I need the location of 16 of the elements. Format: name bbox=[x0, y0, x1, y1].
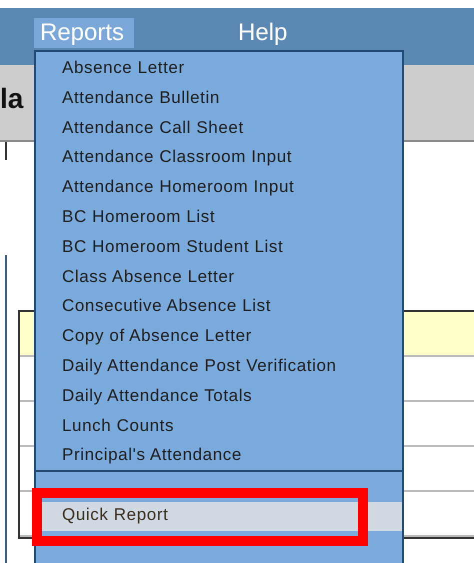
menu-item[interactable]: BC Homeroom Student List bbox=[62, 232, 284, 261]
menu-item[interactable]: Absence Letter bbox=[62, 53, 185, 82]
menu-item[interactable]: Attendance Homeroom Input bbox=[62, 172, 294, 202]
menu-item[interactable]: Principal's Attendance bbox=[62, 440, 242, 470]
menu-title[interactable]: Help bbox=[232, 18, 294, 48]
menu-item[interactable]: Attendance Call Sheet bbox=[62, 112, 244, 142]
menu-item[interactable]: Daily Attendance Post Verification bbox=[62, 350, 337, 380]
menu-item[interactable]: Lunch Counts bbox=[62, 410, 174, 440]
menu-item[interactable]: Daily Attendance Totals bbox=[62, 380, 252, 410]
menu-item[interactable]: Copy of Absence Letter bbox=[62, 321, 252, 350]
menu-item[interactable]: Consecutive Absence List bbox=[62, 291, 272, 320]
menu-item[interactable]: Class Absence Letter bbox=[62, 262, 235, 291]
page-title: la bbox=[0, 82, 24, 114]
menu-item[interactable]: BC Homeroom List bbox=[62, 202, 216, 231]
menu-item[interactable]: Attendance Classroom Input bbox=[62, 142, 292, 172]
menu-item[interactable]: Attendance Bulletin bbox=[62, 82, 220, 112]
